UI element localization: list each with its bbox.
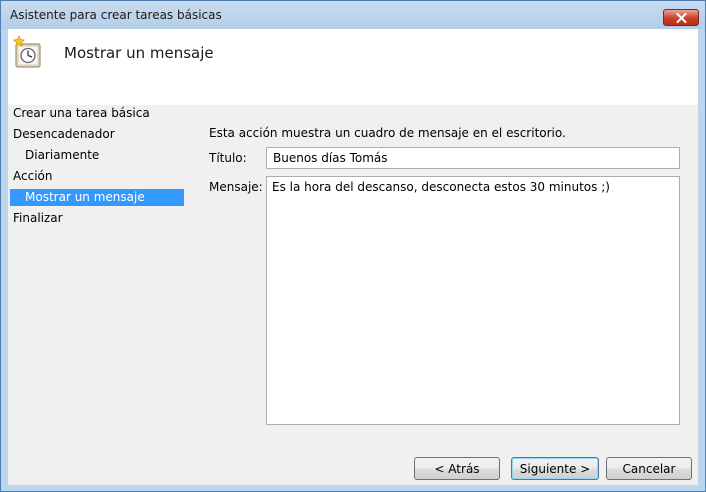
title-input[interactable] (266, 147, 680, 169)
nav-item-finalizar[interactable]: Finalizar (13, 210, 63, 227)
close-button[interactable] (663, 9, 699, 26)
nav-item-accion[interactable]: Acción (13, 168, 52, 185)
close-icon (676, 13, 687, 23)
nav-item-crear-tarea[interactable]: Crear una tarea básica (13, 105, 150, 122)
window-title: Asistente para crear tareas básicas (10, 8, 222, 22)
next-button[interactable]: Siguiente > (511, 457, 599, 480)
title-label: Título: (209, 151, 247, 165)
back-button[interactable]: < Atrás (414, 457, 500, 480)
action-description: Esta acción muestra un cuadro de mensaje… (209, 126, 566, 140)
page-title: Mostrar un mensaje (64, 44, 214, 62)
client-area: Mostrar un mensaje Crear una tarea básic… (8, 29, 698, 485)
nav-item-desencadenador[interactable]: Desencadenador (13, 126, 115, 143)
cancel-button[interactable]: Cancelar (606, 457, 692, 480)
message-label: Mensaje: (209, 180, 263, 194)
wizard-header: Mostrar un mensaje (8, 29, 698, 105)
clock-task-icon (13, 35, 41, 68)
title-bar[interactable]: Asistente para crear tareas básicas (1, 1, 705, 29)
wizard-window: Asistente para crear tareas básicas Most… (0, 0, 706, 492)
nav-item-diariamente[interactable]: Diariamente (25, 147, 99, 164)
nav-item-mostrar-mensaje[interactable]: Mostrar un mensaje (10, 189, 184, 206)
message-textarea[interactable]: Es la hora del descanso, desconecta esto… (266, 176, 680, 425)
